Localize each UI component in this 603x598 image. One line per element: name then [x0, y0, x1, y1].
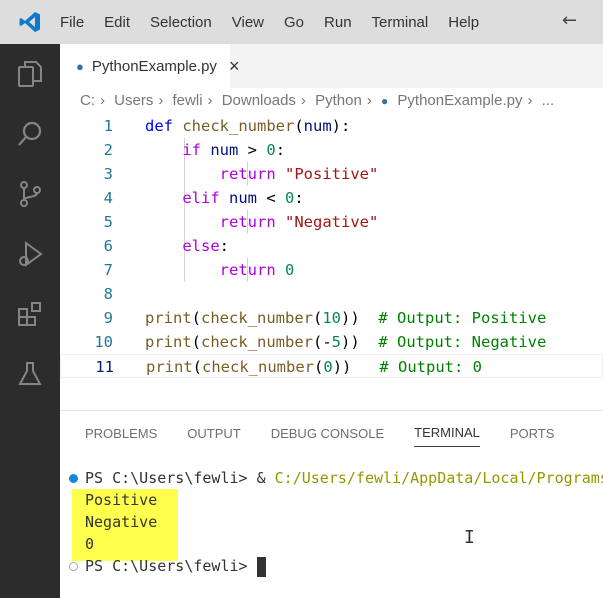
code-text: print(check_number(0)) # Output: 0 — [146, 358, 483, 376]
code-line: 8 — [60, 282, 603, 306]
code-text: if num > 0: — [182, 141, 286, 159]
menu-selection[interactable]: Selection — [150, 14, 212, 31]
breadcrumb-item[interactable]: C: — [80, 92, 95, 109]
menu-go[interactable]: Go — [284, 14, 304, 31]
line-number: 7 — [103, 261, 113, 279]
python-file-icon: ● — [76, 58, 84, 74]
command-operator: & — [247, 469, 275, 487]
command-empty-dot-icon — [69, 562, 78, 571]
terminal-output: Negative — [85, 513, 158, 531]
code-line: 2 if num > 0: — [60, 138, 603, 162]
title-bar: File Edit Selection View Go Run Terminal… — [0, 0, 603, 44]
bottom-panel: PROBLEMS OUTPUT DEBUG CONSOLE TERMINAL P… — [60, 410, 603, 598]
tab-ports[interactable]: PORTS — [510, 420, 555, 447]
tab-debug-console[interactable]: DEBUG CONSOLE — [271, 420, 384, 447]
menu-view[interactable]: View — [232, 14, 264, 31]
breadcrumb-item[interactable]: PythonExample.py — [397, 92, 522, 109]
chevron-right-icon: › — [100, 92, 105, 109]
menu-edit[interactable]: Edit — [104, 14, 130, 31]
code-text: return "Positive" — [219, 165, 379, 183]
terminal-line: PS C:\Users\fewli> & C:/Users/fewli/AppD… — [60, 467, 603, 489]
breadcrumb: C: › Users › fewli › Downloads › Python › ● P… — [80, 92, 559, 109]
editor-tab-bar: ● PythonExample.py × — [60, 44, 603, 88]
menu-terminal[interactable]: Terminal — [372, 14, 429, 31]
line-number: 4 — [103, 189, 113, 207]
tab-output[interactable]: OUTPUT — [187, 420, 240, 447]
code-line: 1 def check_number(num): — [60, 114, 603, 138]
explorer-icon[interactable] — [0, 44, 60, 104]
code-text: def check_number(num): — [145, 117, 351, 135]
code-line: 10 print(check_number(-5)) # Output: Nega… — [60, 330, 603, 354]
python-file-icon: ● — [380, 94, 389, 108]
terminal-output: Positive — [85, 491, 158, 509]
line-number: 3 — [103, 165, 113, 183]
terminal[interactable]: PS C:\Users\fewli> & C:/Users/fewli/AppD… — [60, 467, 603, 577]
panel-tabs: PROBLEMS OUTPUT DEBUG CONSOLE TERMINAL P… — [60, 411, 603, 455]
chevron-right-icon: › — [207, 92, 213, 109]
code-editor[interactable]: 1 def check_number(num): 2 if num > 0: 3 … — [60, 114, 603, 378]
close-icon[interactable]: × — [229, 56, 240, 77]
breadcrumb-item[interactable]: Users — [114, 92, 153, 109]
breadcrumb-item[interactable]: fewli — [173, 92, 203, 109]
menu-help[interactable]: Help — [448, 14, 479, 31]
chevron-right-icon: › — [300, 92, 306, 109]
menu-run[interactable]: Run — [324, 14, 352, 31]
code-line: 4 elif num < 0: — [60, 186, 603, 210]
line-number: 5 — [103, 213, 113, 231]
tab-terminal[interactable]: TERMINAL — [414, 419, 480, 447]
line-number: 11 — [95, 358, 114, 376]
breadcrumb-item[interactable]: Downloads — [222, 92, 296, 109]
tab-label: PythonExample.py — [91, 57, 217, 75]
run-debug-icon[interactable] — [0, 224, 60, 284]
prompt: PS C:\Users\fewli> — [85, 557, 248, 575]
text-cursor-ibeam-icon: I — [464, 527, 475, 548]
line-number: 9 — [103, 309, 113, 327]
menu-file[interactable]: File — [60, 14, 84, 31]
chevron-right-icon: › — [366, 92, 372, 109]
line-number: 2 — [103, 141, 113, 159]
back-arrow-icon[interactable]: ← — [562, 10, 577, 31]
tab-problems[interactable]: PROBLEMS — [85, 420, 157, 447]
breadcrumb-item[interactable]: ... — [542, 92, 555, 109]
line-number: 8 — [103, 285, 113, 303]
code-text: else: — [182, 237, 229, 255]
code-text: elif num < 0: — [182, 189, 304, 207]
line-number: 6 — [103, 237, 113, 255]
line-number: 1 — [103, 117, 113, 135]
testing-flask-icon[interactable] — [0, 344, 60, 404]
command-success-dot-icon[interactable] — [69, 474, 78, 483]
code-text: print(check_number(10)) # Output: Positi… — [145, 309, 547, 327]
code-line: 7 return 0 — [60, 258, 603, 282]
code-text: return "Negative" — [219, 213, 379, 231]
code-line: 3 return "Positive" — [60, 162, 603, 186]
prompt: PS C:\Users\fewli> — [85, 469, 248, 487]
code-line-current: 11 print(check_number(0)) # Output: 0 — [60, 354, 603, 378]
terminal-line: PS C:\Users\fewli> — [60, 555, 603, 577]
code-line: 6 else: — [60, 234, 603, 258]
terminal-output: 0 — [85, 535, 95, 553]
search-icon[interactable] — [0, 104, 60, 164]
chevron-right-icon: › — [527, 92, 533, 109]
code-line: 5 return "Negative" — [60, 210, 603, 234]
terminal-cursor — [256, 556, 266, 577]
vscode-logo-icon — [0, 10, 60, 34]
breadcrumb-item[interactable]: Python — [315, 92, 362, 109]
command-path: C:/Users/fewli/AppData/Local/Programs — [274, 469, 603, 487]
code-text: return 0 — [219, 261, 295, 279]
tab-python-example[interactable]: ● PythonExample.py × — [60, 44, 239, 88]
line-number: 10 — [94, 333, 113, 351]
chevron-right-icon: › — [158, 92, 164, 109]
code-line: 9 print(check_number(10)) # Output: Posit… — [60, 306, 603, 330]
source-control-icon[interactable] — [0, 164, 60, 224]
code-text: print(check_number(-5)) # Output: Negati… — [145, 333, 547, 351]
activity-bar — [0, 44, 60, 598]
extensions-icon[interactable] — [0, 284, 60, 344]
